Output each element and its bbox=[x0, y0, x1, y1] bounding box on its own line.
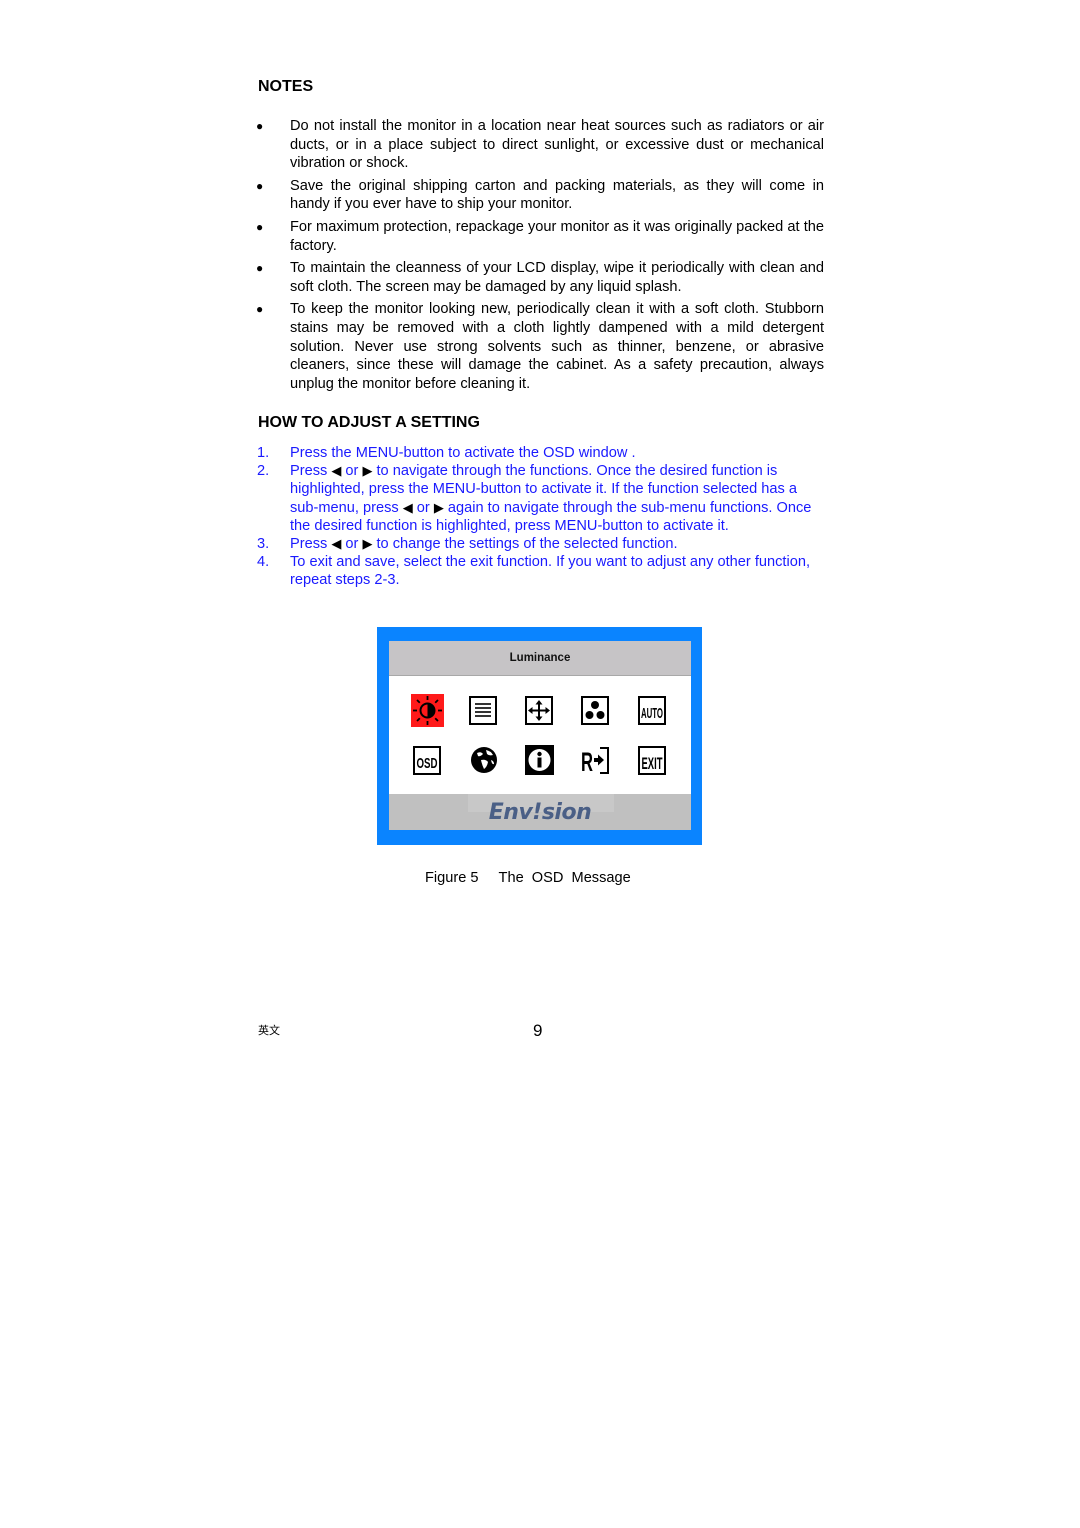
notes-list: ● Do not install the monitor in a locatio… bbox=[256, 117, 824, 397]
step-text: Press bbox=[290, 463, 332, 480]
figure-caption: Figure 5 The OSD Message bbox=[425, 870, 631, 886]
osd-setting-icon: OSD bbox=[413, 746, 441, 775]
step-number: 2. bbox=[257, 463, 270, 480]
right-arrow-icon: ▶ bbox=[362, 536, 373, 552]
note-text: Do not install the monitor in a location… bbox=[290, 118, 824, 172]
note-text: To maintain the cleanness of your LCD di… bbox=[290, 260, 824, 295]
adjust-step: 4. To exit and save, select the exit func… bbox=[257, 553, 827, 589]
note-text: To keep the monitor looking new, periodi… bbox=[290, 301, 824, 392]
note-item: ● To keep the monitor looking new, period… bbox=[256, 300, 824, 393]
step-text: To exit and save, select the exit functi… bbox=[290, 554, 811, 589]
bullet-icon: ● bbox=[256, 261, 264, 276]
adjust-step: 2. Press ◀ or ▶ to navigate through the f… bbox=[257, 462, 827, 535]
right-arrow-icon: ▶ bbox=[433, 499, 444, 515]
adjust-step: 3. Press ◀ or ▶ to change the settings of… bbox=[257, 535, 827, 553]
osd-footer: Env!sion bbox=[389, 794, 691, 830]
svg-text:EXIT: EXIT bbox=[642, 754, 663, 773]
position-icon bbox=[525, 696, 553, 725]
bullet-icon: ● bbox=[256, 302, 264, 317]
step-number: 1. bbox=[257, 445, 270, 461]
note-item: ● Do not install the monitor in a locatio… bbox=[256, 117, 824, 173]
left-arrow-icon: ◀ bbox=[402, 499, 413, 515]
reset-icon: R bbox=[581, 746, 610, 775]
left-arrow-icon: ◀ bbox=[331, 536, 342, 552]
page-number: 9 bbox=[533, 1021, 543, 1040]
note-text: For maximum protection, repackage your m… bbox=[290, 218, 824, 254]
bullet-icon: ● bbox=[256, 178, 264, 193]
step-number: 4. bbox=[257, 554, 270, 571]
left-arrow-icon: ◀ bbox=[331, 463, 342, 479]
svg-text:R: R bbox=[581, 747, 593, 775]
step-text: or bbox=[341, 536, 363, 553]
step-text: to change the settings of the selected f… bbox=[372, 536, 678, 553]
osd-title: Luminance bbox=[389, 641, 691, 676]
step-text: Press the MENU-button to activate the OS… bbox=[290, 445, 636, 461]
step-text: or bbox=[412, 499, 434, 516]
step-text: or bbox=[341, 463, 363, 480]
adjust-step: 1. Press the MENU-button to activate the … bbox=[257, 444, 827, 462]
auto-adjust-icon: AUTO bbox=[638, 696, 666, 725]
information-icon bbox=[525, 745, 554, 775]
note-item: ● For maximum protection, repackage your … bbox=[256, 218, 824, 255]
language-label: 英文 bbox=[258, 1024, 280, 1037]
bullet-icon: ● bbox=[256, 119, 264, 133]
language-globe-icon bbox=[469, 745, 499, 775]
image-setup-icon bbox=[469, 696, 497, 725]
step-text: Press bbox=[290, 536, 332, 553]
color-icon bbox=[581, 696, 609, 725]
notes-heading: NOTES bbox=[258, 78, 314, 95]
osd-window-figure: Luminance AUTO OSD R EXIT Env!sion bbox=[377, 627, 702, 845]
adjust-heading: HOW TO ADJUST A SETTING bbox=[258, 414, 480, 431]
exit-icon: EXIT bbox=[638, 746, 666, 775]
note-text: Save the original shipping carton and pa… bbox=[290, 177, 824, 213]
step-number: 3. bbox=[257, 536, 270, 553]
envision-logo: Env!sion bbox=[488, 800, 592, 825]
svg-text:AUTO: AUTO bbox=[641, 705, 663, 722]
manual-page: NOTES ● Do not install the monitor in a l… bbox=[0, 0, 1080, 1528]
bullet-icon: ● bbox=[256, 219, 264, 234]
adjust-steps-list: 1. Press the MENU-button to activate the … bbox=[257, 444, 827, 590]
right-arrow-icon: ▶ bbox=[362, 463, 373, 479]
note-item: ● Save the original shipping carton and p… bbox=[256, 177, 824, 214]
osd-panel: Luminance AUTO OSD R EXIT Env!sion bbox=[389, 641, 691, 830]
note-item: ● To maintain the cleanness of your LCD d… bbox=[256, 259, 824, 296]
svg-text:OSD: OSD bbox=[417, 755, 438, 772]
luminance-icon bbox=[411, 694, 444, 727]
